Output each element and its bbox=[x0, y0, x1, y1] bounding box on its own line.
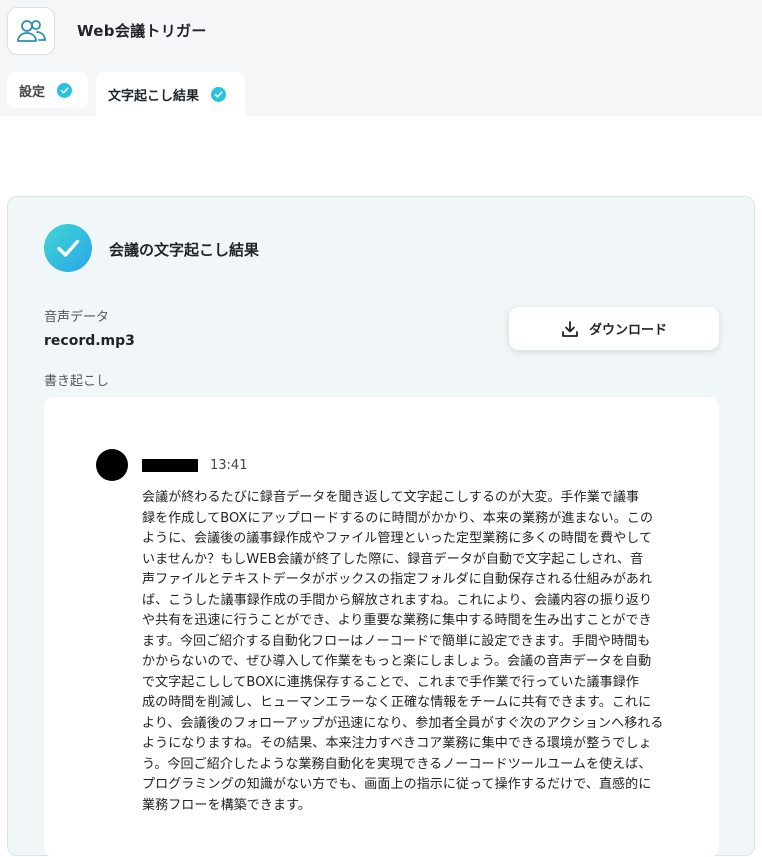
app-title: Web会議トリガー bbox=[77, 22, 207, 40]
top-bar: Web会議トリガー 設定 文字起こし結果 bbox=[0, 0, 762, 116]
transcript-text: 会議が終わるたびに録音データを聞き返して文字起こしするのが大変。手作業で議事 録… bbox=[142, 490, 664, 813]
users-icon bbox=[17, 20, 46, 42]
audio-data-label: 音声データ bbox=[44, 310, 110, 325]
avatar bbox=[96, 449, 128, 481]
download-icon bbox=[562, 320, 578, 337]
transcript-label: 書き起こし bbox=[44, 374, 110, 389]
audio-filename: record.mp3 bbox=[44, 333, 135, 349]
speaker-name-redacted bbox=[142, 459, 198, 472]
result-title: 会議の文字起こし結果 bbox=[109, 241, 260, 259]
transcript-panel: 13:41 会議が終わるたびに録音データを聞き返して文字起こしするのが大変。手作… bbox=[44, 397, 719, 857]
download-button[interactable]: ダウンロード bbox=[509, 307, 719, 350]
success-check-icon bbox=[44, 224, 92, 272]
tab-settings[interactable]: 設定 bbox=[7, 72, 88, 108]
download-label: ダウンロード bbox=[588, 323, 667, 338]
tab-transcription-label: 文字起こし結果 bbox=[108, 88, 200, 104]
check-circle-icon bbox=[211, 86, 227, 102]
result-card: 会議の文字起こし結果 音声データ record.mp3 ダウンロード 書き起こし… bbox=[7, 196, 755, 857]
check-circle-icon bbox=[57, 82, 73, 98]
tab-settings-label: 設定 bbox=[19, 84, 46, 100]
app-icon bbox=[7, 7, 55, 55]
tab-transcription-result[interactable]: 文字起こし結果 bbox=[96, 72, 245, 116]
timestamp: 13:41 bbox=[210, 458, 248, 473]
